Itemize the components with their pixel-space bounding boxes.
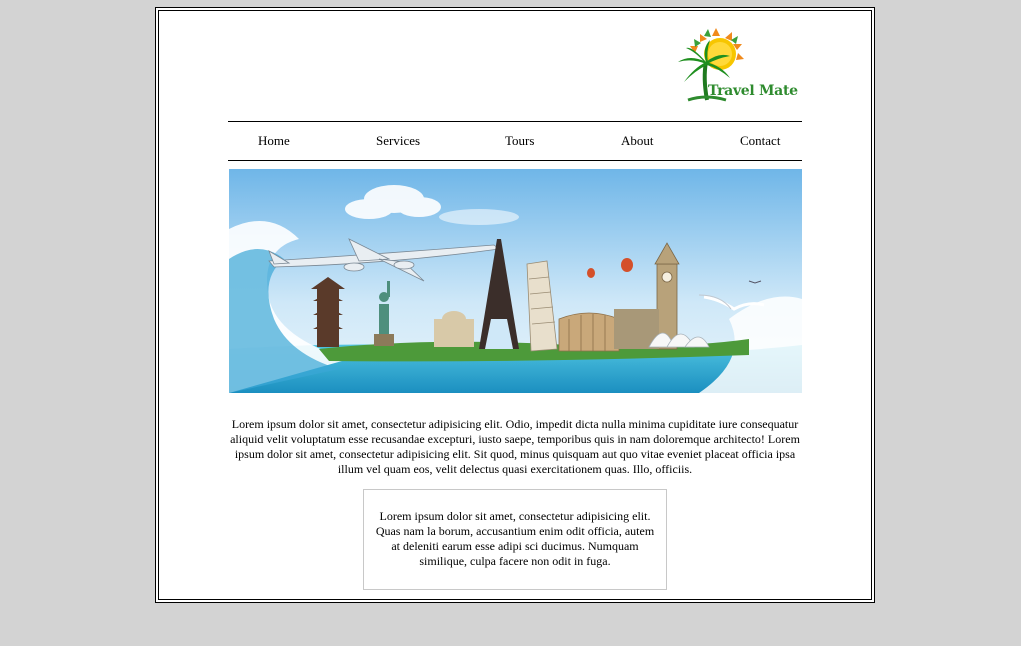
nav-contact-link[interactable]: Contact	[740, 133, 780, 149]
nav-tours-link[interactable]: Tours	[505, 133, 534, 149]
callout-text: Lorem ipsum dolor sit amet, consectetur …	[375, 509, 655, 568]
nav-services-link[interactable]: Services	[376, 133, 420, 149]
logo-wordmark: Travel Mate	[708, 83, 798, 99]
callout-box: Lorem ipsum dolor sit amet, consectetur …	[363, 489, 667, 590]
page-frame: Travel Mate Home Services Tours About Co…	[155, 7, 875, 603]
nav-about-link[interactable]: About	[621, 133, 654, 149]
main-nav: Home Services Tours About Contact	[228, 121, 802, 161]
nav-home-link[interactable]: Home	[258, 133, 290, 149]
intro-paragraph: Lorem ipsum dolor sit amet, consectetur …	[230, 417, 800, 476]
travel-mate-logo[interactable]: Travel Mate	[676, 26, 798, 104]
hero-banner-image	[229, 169, 802, 393]
